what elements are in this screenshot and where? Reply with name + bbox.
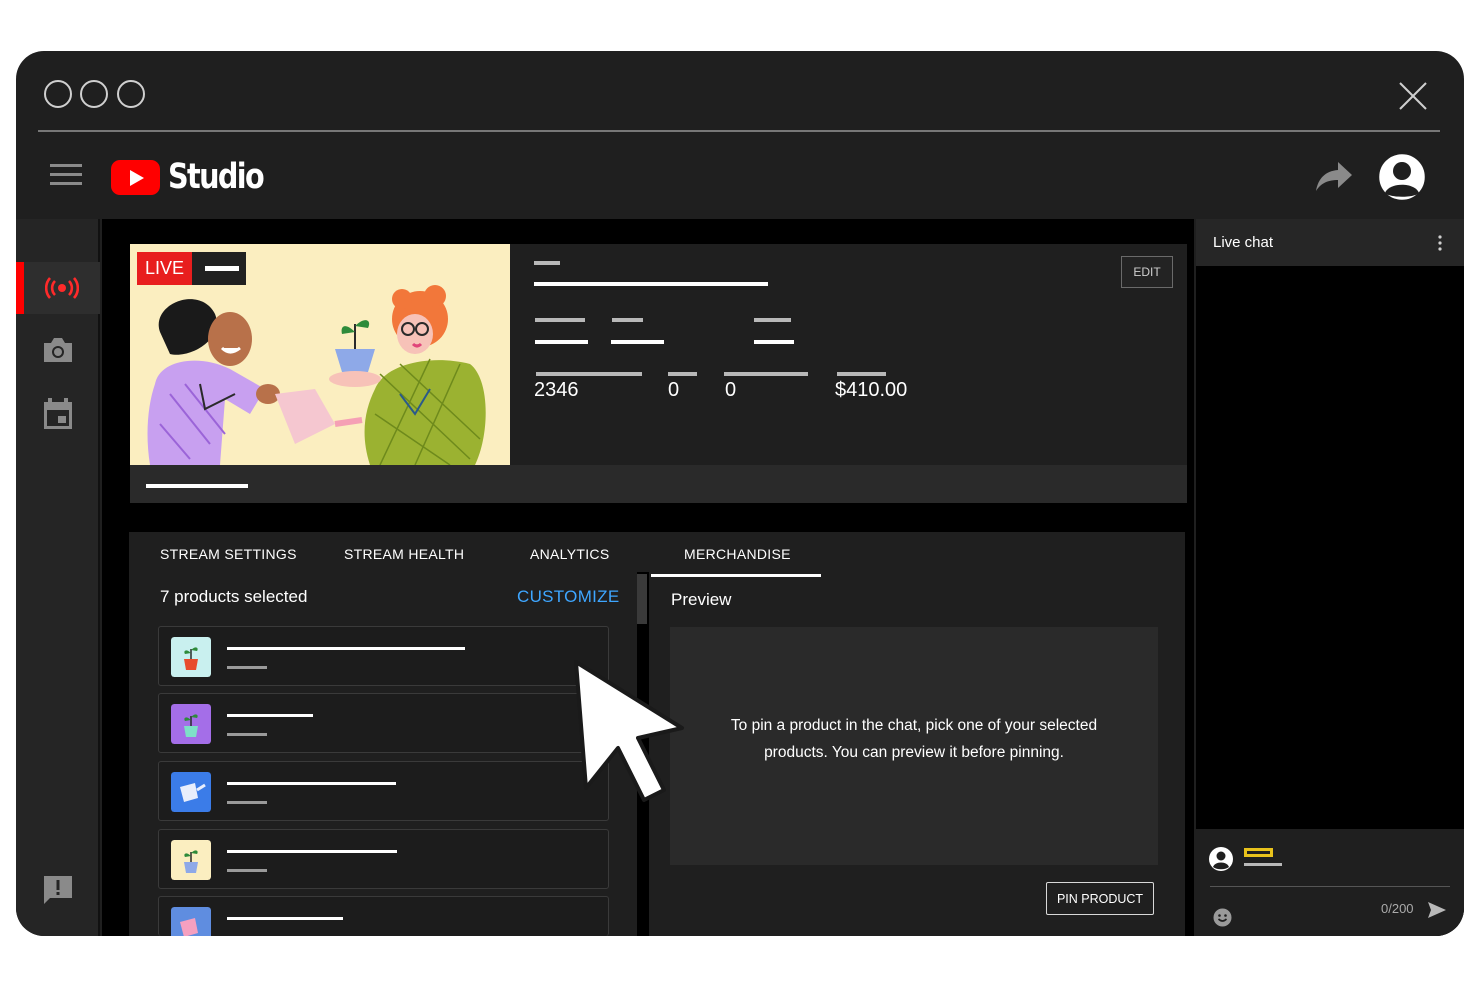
tab-stream-settings[interactable]: STREAM SETTINGS bbox=[160, 546, 297, 562]
title-placeholder-small bbox=[534, 261, 560, 265]
stat-value: 2346 bbox=[534, 379, 579, 401]
send-icon[interactable] bbox=[1427, 901, 1447, 919]
stream-title-placeholder bbox=[534, 282, 768, 286]
close-icon[interactable] bbox=[1396, 79, 1430, 113]
camera-icon bbox=[44, 338, 72, 362]
product-item[interactable] bbox=[158, 693, 609, 753]
meta-placeholder bbox=[535, 318, 585, 322]
active-tab-indicator bbox=[651, 574, 821, 577]
plant-pot-thumbnail-icon bbox=[171, 840, 211, 880]
live-chat-title: Live chat bbox=[1213, 234, 1274, 251]
window-control-dot[interactable] bbox=[80, 80, 108, 108]
product-name-placeholder bbox=[227, 850, 397, 853]
sidebar-item-schedule[interactable] bbox=[16, 388, 100, 440]
youtube-play-icon bbox=[111, 159, 160, 195]
meta-placeholder bbox=[754, 340, 794, 344]
live-chat-panel: Live chat 0/200 bbox=[1196, 219, 1464, 936]
product-item[interactable] bbox=[158, 896, 609, 936]
stat-label-placeholder bbox=[668, 372, 697, 376]
side-navigation bbox=[16, 219, 100, 936]
emoji-icon[interactable] bbox=[1213, 908, 1232, 927]
meta-placeholder bbox=[612, 318, 643, 322]
stream-card: LIVE 2346 0 0 $410.00 EDIT bbox=[130, 244, 1187, 503]
sidebar-item-feedback[interactable] bbox=[16, 864, 100, 916]
preview-heading: Preview bbox=[671, 590, 732, 609]
product-price-placeholder bbox=[227, 869, 267, 872]
plant-pot-thumbnail-icon bbox=[171, 637, 211, 677]
mouse-pointer-icon bbox=[574, 660, 684, 802]
stat-value: 0 bbox=[725, 379, 737, 401]
product-item[interactable] bbox=[158, 761, 609, 821]
sidebar-item-camera[interactable] bbox=[16, 324, 100, 376]
product-name-placeholder bbox=[227, 917, 343, 920]
product-price-placeholder bbox=[227, 733, 267, 736]
watering-can-thumbnail-icon bbox=[171, 907, 211, 936]
stat-value: $410.00 bbox=[835, 379, 908, 401]
stream-card-footer bbox=[130, 465, 1187, 503]
tab-analytics[interactable]: ANALYTICS bbox=[530, 546, 609, 562]
stat-value: 0 bbox=[668, 379, 680, 401]
edit-button[interactable]: EDIT bbox=[1121, 256, 1173, 288]
product-item[interactable] bbox=[158, 626, 609, 686]
preview-instructions-line: To pin a product in the chat, pick one o… bbox=[730, 717, 1098, 734]
live-label: LIVE bbox=[137, 252, 193, 285]
more-options-icon[interactable] bbox=[1438, 235, 1442, 251]
titlebar-divider bbox=[38, 130, 1440, 132]
feedback-icon bbox=[44, 876, 72, 904]
meta-placeholder bbox=[754, 318, 791, 322]
window-titlebar bbox=[16, 51, 1464, 133]
live-badge: LIVE bbox=[137, 252, 247, 285]
preview-instructions: To pin a product in the chat, pick one o… bbox=[670, 712, 1158, 766]
stat-label-placeholder bbox=[724, 372, 808, 376]
logo-text: Studio bbox=[168, 157, 265, 197]
preview-instructions-line: products. You can preview it before pinn… bbox=[764, 744, 1064, 761]
product-price-placeholder bbox=[227, 801, 267, 804]
product-item[interactable] bbox=[158, 829, 609, 889]
meta-placeholder bbox=[611, 340, 664, 344]
browser-window: Studio LIVE 2346 0 0 $410.00 EDIT STREAM… bbox=[16, 51, 1464, 936]
tab-merchandise[interactable]: MERCHANDISE bbox=[684, 546, 791, 562]
username-placeholder bbox=[1244, 848, 1273, 857]
preview-area: To pin a product in the chat, pick one o… bbox=[670, 627, 1158, 865]
account-avatar-icon[interactable] bbox=[1376, 151, 1428, 203]
share-icon[interactable] bbox=[1314, 158, 1354, 194]
live-broadcast-icon bbox=[45, 277, 79, 299]
watering-can-thumbnail-icon bbox=[171, 772, 211, 812]
chat-input-underline bbox=[1210, 886, 1450, 887]
tab-stream-health[interactable]: STREAM HEALTH bbox=[344, 546, 464, 562]
products-selected-count: 7 products selected bbox=[160, 587, 308, 606]
product-name-placeholder bbox=[227, 782, 396, 785]
meta-placeholder bbox=[535, 340, 588, 344]
calendar-icon bbox=[44, 398, 72, 429]
footer-placeholder bbox=[146, 484, 248, 488]
product-price-placeholder bbox=[227, 666, 267, 669]
live-chat-header: Live chat bbox=[1196, 219, 1464, 266]
product-name-placeholder bbox=[227, 714, 313, 717]
main-content: LIVE 2346 0 0 $410.00 EDIT STREAM SETTIN… bbox=[102, 219, 1194, 936]
stream-preview-thumbnail[interactable]: LIVE bbox=[130, 244, 510, 465]
live-duration-placeholder bbox=[192, 252, 247, 285]
stat-label-placeholder bbox=[536, 372, 642, 376]
stat-label-placeholder bbox=[837, 372, 886, 376]
plant-pot-thumbnail-icon bbox=[171, 704, 211, 744]
chat-input-placeholder[interactable] bbox=[1244, 863, 1282, 866]
chat-input-area: 0/200 bbox=[1196, 829, 1464, 936]
character-counter: 0/200 bbox=[1381, 901, 1414, 916]
window-control-dot[interactable] bbox=[44, 80, 72, 108]
list-scrollbar-thumb[interactable] bbox=[637, 574, 647, 624]
menu-icon[interactable] bbox=[50, 164, 82, 190]
sidebar-item-live[interactable] bbox=[16, 262, 100, 314]
youtube-studio-logo[interactable]: Studio bbox=[111, 157, 284, 197]
customize-button[interactable]: CUSTOMIZE bbox=[517, 587, 620, 607]
pin-product-button[interactable]: PIN PRODUCT bbox=[1046, 882, 1154, 915]
window-control-dot[interactable] bbox=[117, 80, 145, 108]
user-avatar-icon bbox=[1209, 847, 1233, 871]
product-name-placeholder bbox=[227, 647, 465, 650]
